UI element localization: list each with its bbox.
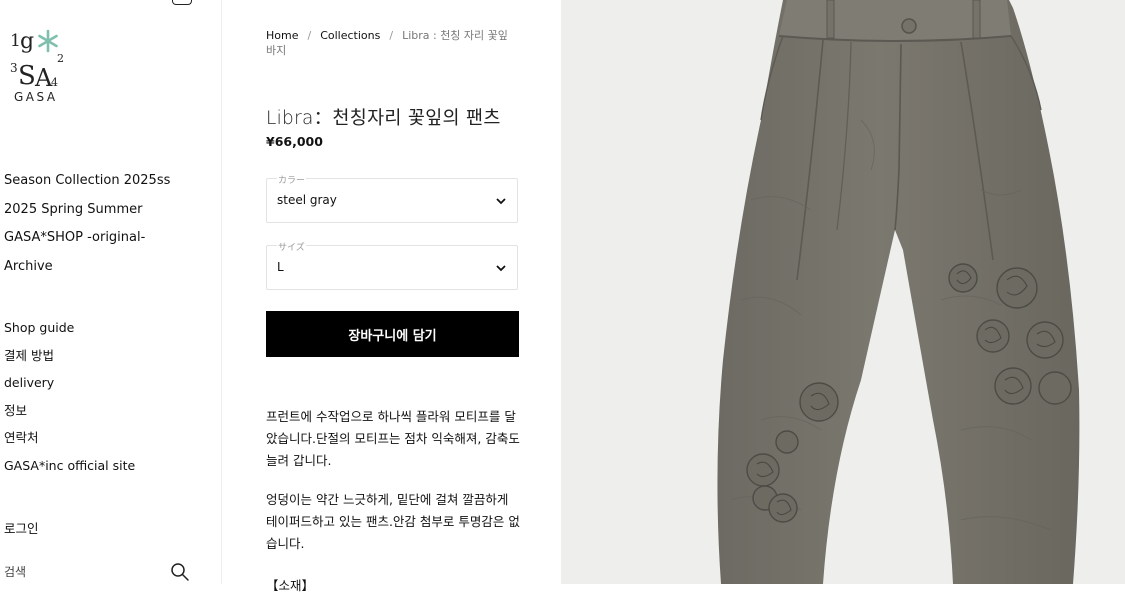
breadcrumb-separator: / bbox=[389, 29, 394, 42]
nav-item-official-site[interactable]: GASA*inc official site bbox=[4, 452, 135, 480]
description-paragraph: 프런트에 수작업으로 하나씩 플라워 모티프를 달았습니다.단절의 모티프는 점… bbox=[266, 409, 520, 468]
logo-mark-S: S bbox=[18, 61, 36, 91]
nav-item-payment[interactable]: 결제 방법 bbox=[4, 342, 135, 370]
nav-item-contact[interactable]: 연락처 bbox=[4, 424, 135, 452]
breadcrumb-separator: / bbox=[307, 29, 312, 42]
add-to-cart-button[interactable]: 장바구니에 담기 bbox=[266, 311, 519, 357]
breadcrumb: Home / Collections / Libra : 천칭 자리 꽃잎 바지 bbox=[266, 28, 520, 58]
info-nav: Shop guide 결제 방법 delivery 정보 연락처 GASA*in… bbox=[4, 314, 135, 480]
logo-mark-2: 2 bbox=[57, 52, 64, 65]
product-price: ¥66,000 bbox=[266, 134, 323, 149]
nav-item-shop-guide[interactable]: Shop guide bbox=[4, 314, 135, 342]
nav-item-delivery[interactable]: delivery bbox=[4, 369, 135, 397]
asterisk-icon bbox=[38, 29, 58, 53]
description-paragraph: 엉덩이는 약간 느긋하게, 밑단에 걸쳐 깔끔하게 테이퍼드하고 있는 팬츠.안… bbox=[266, 492, 520, 551]
brand-wordmark: GASA bbox=[14, 90, 58, 104]
product-description: 프런트에 수작업으로 하나씩 플라워 모티프를 달았습니다.단절의 모티프는 점… bbox=[266, 406, 520, 572]
product-title: Libra：천칭자리 꽃잎의 팬츠 bbox=[266, 108, 501, 130]
color-select-value: steel gray bbox=[277, 193, 337, 207]
nav-item-season-collection[interactable]: Season Collection 2025ss bbox=[4, 167, 170, 196]
nav-item-info[interactable]: 정보 bbox=[4, 397, 135, 425]
size-select-label: サイズ bbox=[277, 240, 306, 253]
pants-illustration bbox=[717, 0, 1080, 584]
search-icon[interactable] bbox=[170, 562, 190, 582]
material-heading: 【소재】 bbox=[266, 578, 315, 593]
logo-mark-g: g bbox=[20, 29, 34, 54]
nav-item-spring-summer[interactable]: 2025 Spring Summer bbox=[4, 196, 170, 225]
search-input[interactable] bbox=[4, 562, 154, 582]
chevron-down-icon bbox=[496, 198, 506, 205]
search-bar bbox=[4, 562, 190, 584]
color-select[interactable]: カラー steel gray bbox=[266, 173, 518, 223]
logo-mark-3: 3 bbox=[10, 61, 18, 75]
size-select-value: L bbox=[277, 260, 284, 274]
nav-item-gasa-shop-original[interactable]: GASA*SHOP -original- bbox=[4, 224, 170, 253]
sidebar: 1 g 3 S A 2 4 GASA Season Collection 202… bbox=[0, 0, 222, 584]
chevron-down-icon bbox=[496, 265, 506, 272]
breadcrumb-home[interactable]: Home bbox=[266, 29, 298, 42]
size-select[interactable]: サイズ L bbox=[266, 240, 518, 290]
color-select-label: カラー bbox=[277, 173, 307, 186]
logo-mark-4: 4 bbox=[51, 76, 58, 89]
breadcrumb-current: Libra : 천칭 자리 꽃잎 바지 bbox=[266, 29, 508, 57]
breadcrumb-collections[interactable]: Collections bbox=[320, 29, 380, 42]
nav-item-archive[interactable]: Archive bbox=[4, 253, 170, 282]
collection-nav: Season Collection 2025ss 2025 Spring Sum… bbox=[4, 167, 170, 281]
product-image[interactable] bbox=[561, 0, 1125, 584]
login-link[interactable]: 로그인 bbox=[4, 518, 39, 537]
cart-icon[interactable] bbox=[172, 0, 192, 5]
